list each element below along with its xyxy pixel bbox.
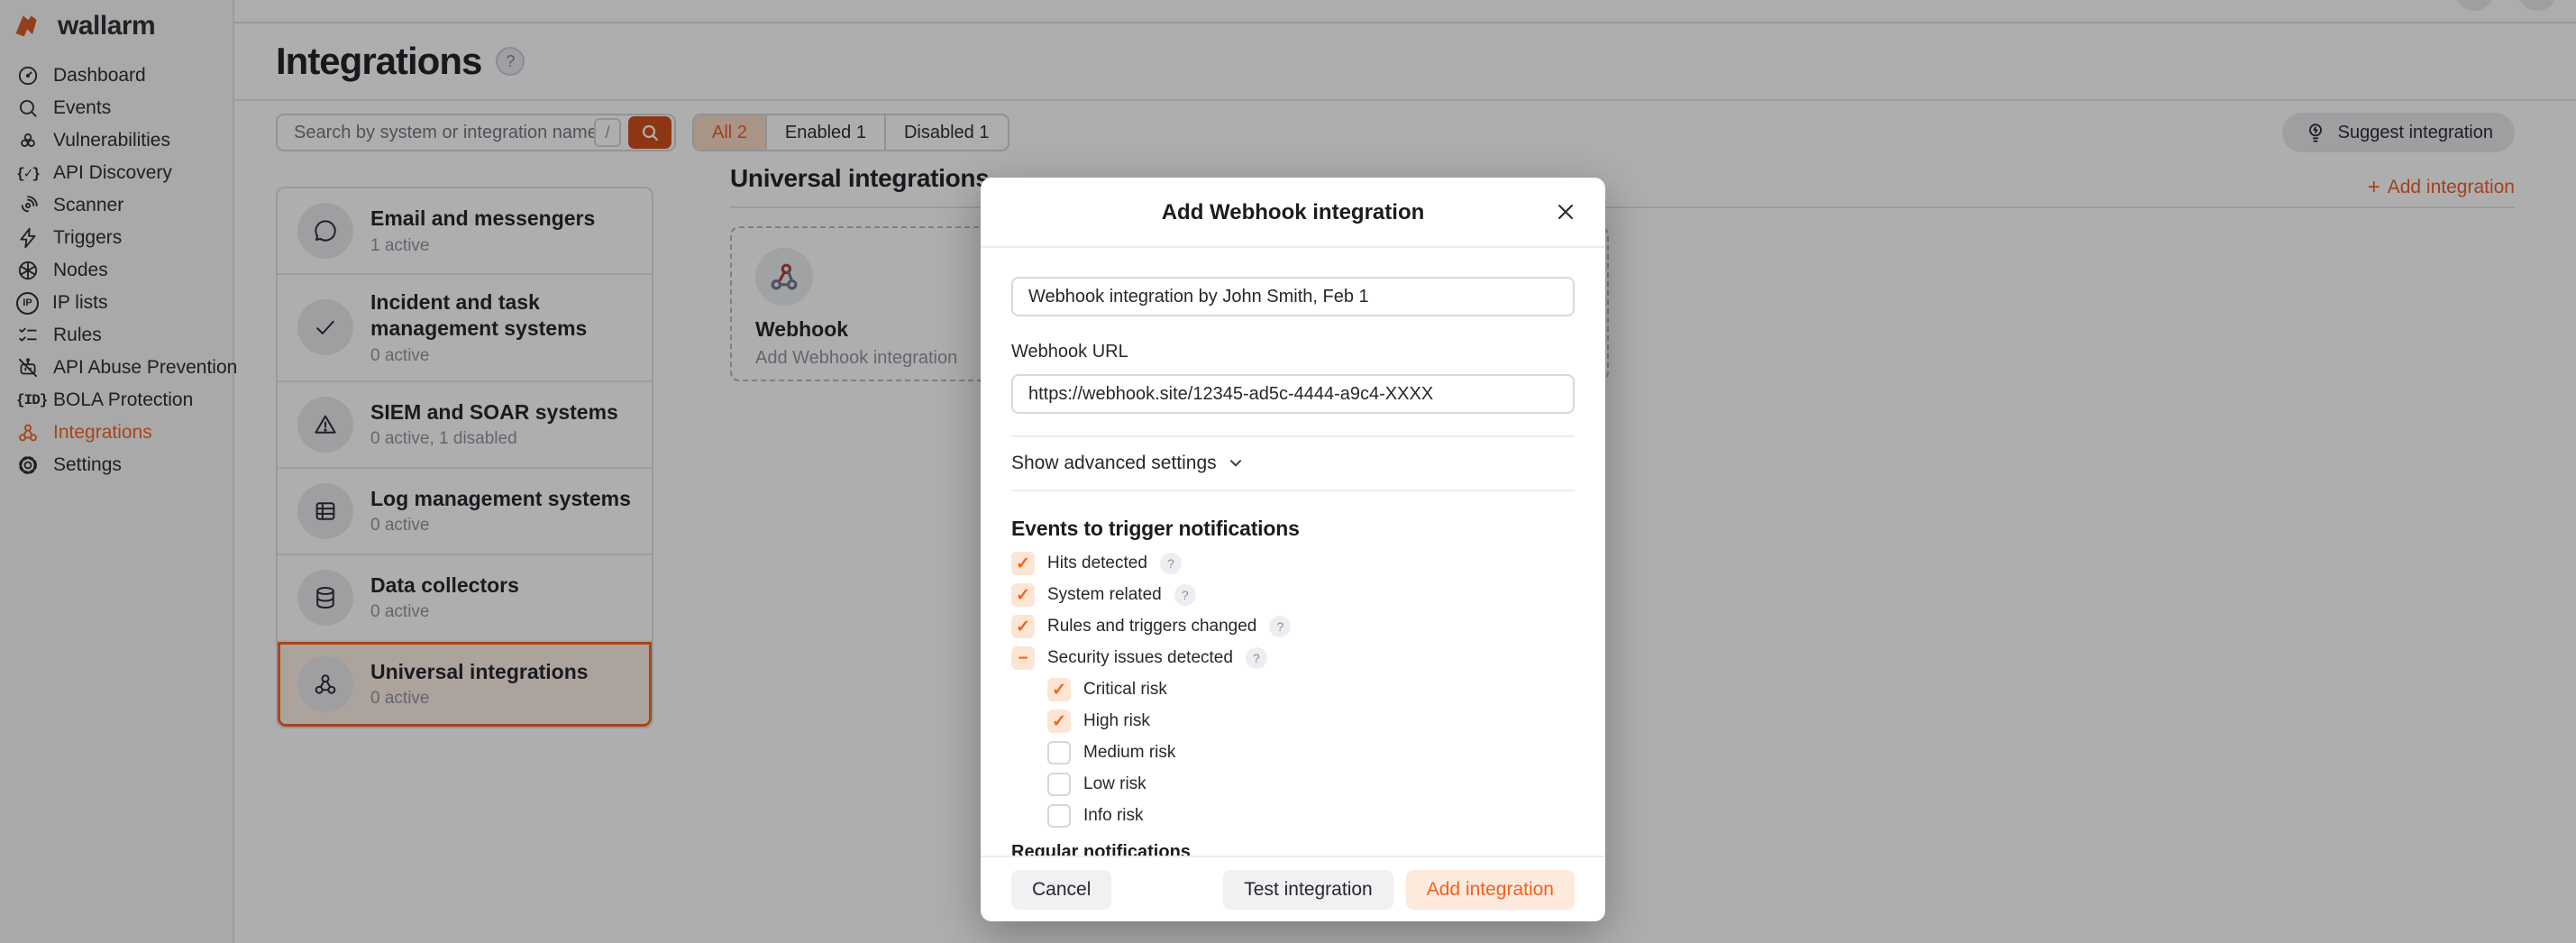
minus-icon: − [1018,650,1028,667]
checkbox[interactable]: ✓− [1047,678,1071,701]
webhook-url-label: Webhook URL [1011,342,1575,362]
add-webhook-integration-modal: Add Webhook integration Webhook URL Show… [981,178,1605,921]
show-advanced-settings-toggle[interactable]: Show advanced settings [1011,453,1575,474]
checkbox-label: Medium risk [1083,743,1175,763]
event-row-rules-triggers-changed: ✓− Rules and triggers changed ? [1011,615,1575,638]
help-icon[interactable]: ? [1269,616,1291,637]
checkbox[interactable]: ✓− [1047,773,1071,796]
checkbox-label: High risk [1083,711,1150,731]
chevron-down-icon [1228,455,1244,472]
events-heading: Events to trigger notifications [1011,517,1575,541]
divider [1011,490,1575,491]
check-icon: ✓ [1052,713,1066,730]
checkbox-label: Info risk [1083,806,1144,826]
event-row-low-risk: ✓− Low risk [1047,773,1575,796]
checkbox[interactable]: ✓− [1047,741,1071,764]
close-button[interactable] [1551,197,1580,226]
checkbox[interactable]: ✓− [1011,583,1035,607]
event-row-system-related: ✓− System related ? [1011,583,1575,607]
checkbox-label: Critical risk [1083,680,1167,700]
checkbox-label: Rules and triggers changed [1047,617,1256,636]
checkbox-label: Security issues detected [1047,648,1233,668]
check-icon: ✓ [1052,682,1066,699]
help-icon[interactable]: ? [1246,647,1267,669]
modal-body: Webhook URL Show advanced settings Event… [981,248,1605,856]
close-icon [1555,201,1576,223]
checkbox[interactable]: ✓− [1047,804,1071,828]
cancel-button[interactable]: Cancel [1011,870,1111,910]
modal-footer: Cancel Test integration Add integration [981,856,1605,921]
check-icon: ✓ [1016,555,1030,572]
event-row-info-risk: ✓− Info risk [1047,804,1575,828]
checkbox[interactable]: ✓− [1011,615,1035,638]
event-row-critical-risk: ✓− Critical risk [1047,678,1575,701]
advanced-settings-label: Show advanced settings [1011,453,1217,474]
checkbox-label: Hits detected [1047,554,1147,573]
event-row-security-issues-detected: ✓− Security issues detected ? [1011,646,1575,670]
event-row-hits-detected: ✓− Hits detected ? [1011,552,1575,575]
checkbox[interactable]: ✓− [1011,646,1035,670]
checkbox-label: Low risk [1083,774,1146,794]
webhook-url-input[interactable] [1011,374,1575,414]
modal-header: Add Webhook integration [981,178,1605,248]
help-icon[interactable]: ? [1160,553,1182,574]
regular-notifications-heading: Regular notifications [1011,842,1575,856]
modal-title: Add Webhook integration [981,200,1605,225]
check-icon: ✓ [1016,618,1030,636]
checkbox[interactable]: ✓− [1047,710,1071,733]
checkbox-label: System related [1047,585,1162,605]
help-icon[interactable]: ? [1174,584,1196,606]
checkbox[interactable]: ✓− [1011,552,1035,575]
event-row-medium-risk: ✓− Medium risk [1047,741,1575,764]
add-integration-button[interactable]: Add integration [1406,870,1575,910]
event-row-high-risk: ✓− High risk [1047,710,1575,733]
check-icon: ✓ [1016,587,1030,604]
integration-name-input[interactable] [1011,277,1575,316]
test-integration-button[interactable]: Test integration [1223,870,1393,910]
divider [1011,435,1575,437]
